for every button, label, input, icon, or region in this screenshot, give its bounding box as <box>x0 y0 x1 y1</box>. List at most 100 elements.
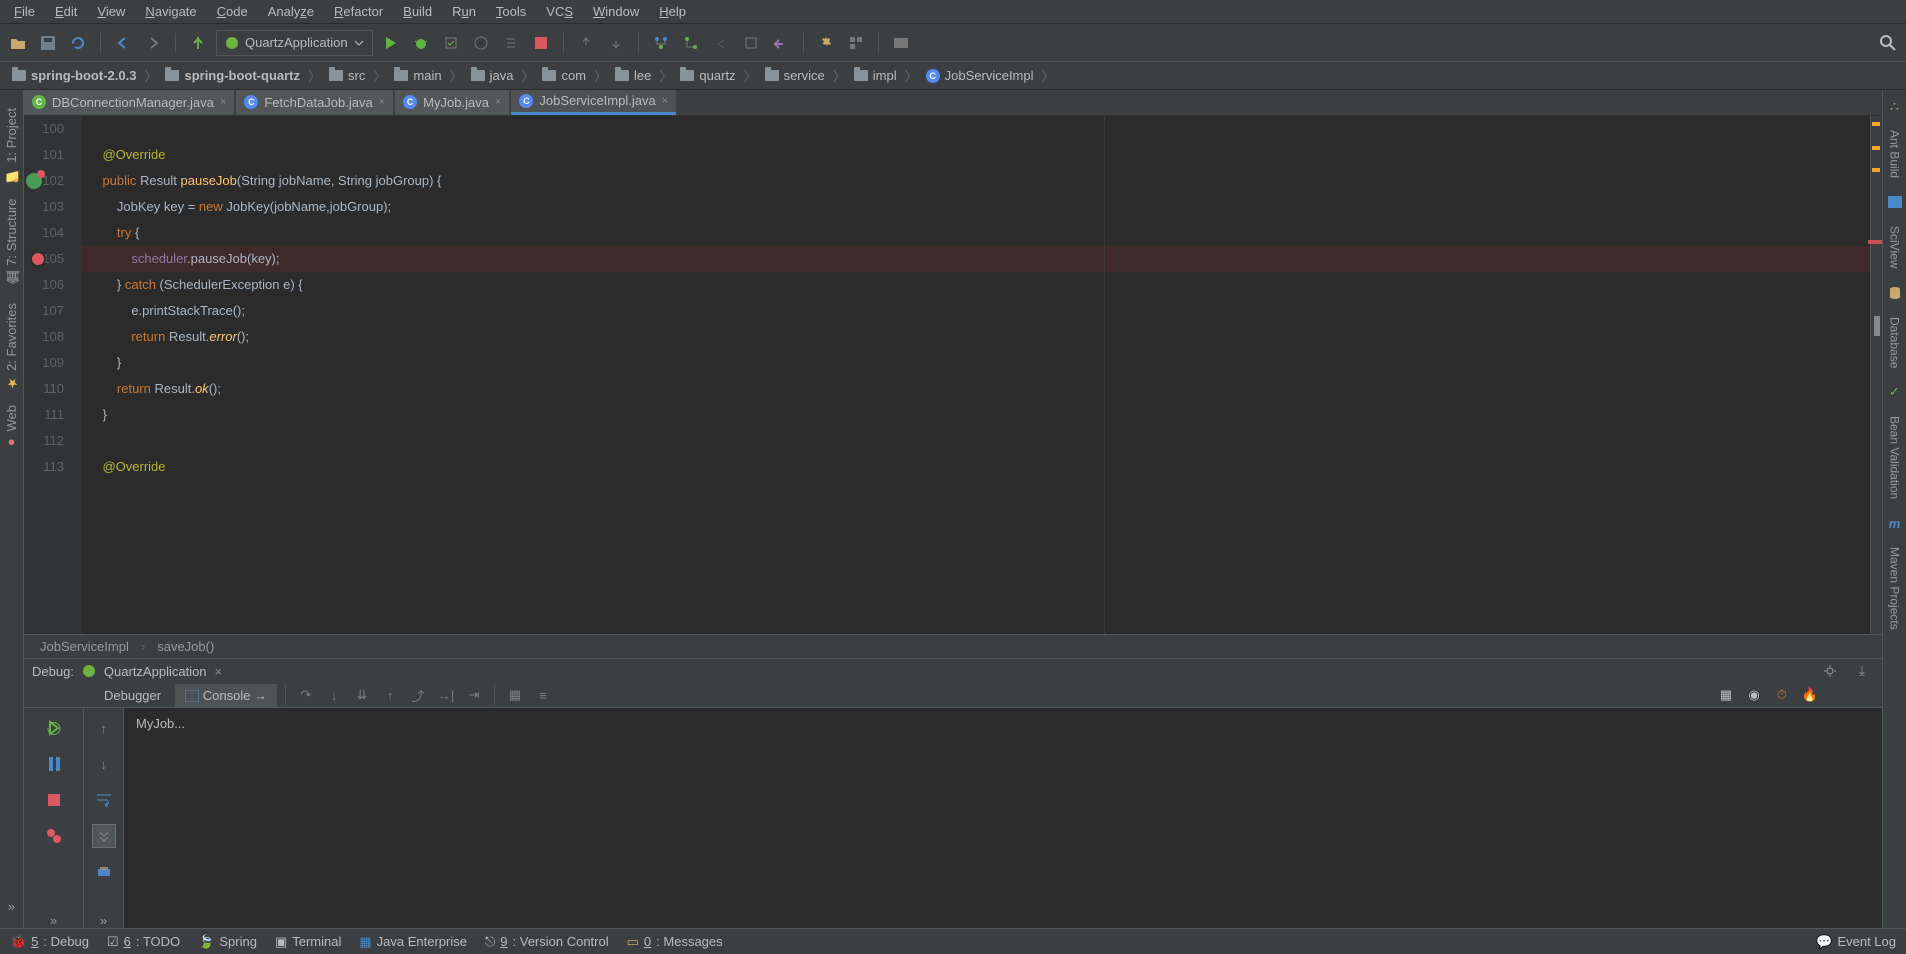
menu-navigate[interactable]: Navigate <box>135 2 206 21</box>
line-number[interactable]: 112 <box>24 428 64 454</box>
tab-debugger[interactable]: Debugger <box>94 684 171 707</box>
code-line[interactable]: e.printStackTrace(); <box>82 298 1870 324</box>
menu-vcs[interactable]: VCS <box>536 2 583 21</box>
breadcrumb-item[interactable]: quartz <box>672 64 743 88</box>
code-line[interactable]: try { <box>82 220 1870 246</box>
step-over-icon[interactable]: ↷ <box>294 683 318 707</box>
status-eventlog[interactable]: 💬 Event Log <box>1816 934 1896 950</box>
line-number[interactable]: 113 <box>24 454 64 480</box>
line-number[interactable]: 107 <box>24 298 64 324</box>
code-line[interactable]: } catch (SchedulerException e) { <box>82 272 1870 298</box>
code-line[interactable]: scheduler.pauseJob(key); <box>82 246 1870 272</box>
close-icon[interactable]: × <box>215 664 223 679</box>
menu-analyze[interactable]: Analyze <box>258 2 324 21</box>
gear-icon[interactable] <box>1818 659 1842 683</box>
tool-sciview[interactable]: SciView <box>1886 218 1904 276</box>
status-debug[interactable]: 🐞 5: Debug <box>10 934 89 950</box>
editor-tab[interactable]: CMyJob.java× <box>395 90 509 115</box>
breadcrumb-item[interactable]: spring-boot-quartz <box>157 64 308 88</box>
breadcrumb-item[interactable]: service <box>757 64 833 88</box>
breakpoints-icon[interactable] <box>42 824 66 848</box>
code-line[interactable]: public Result pauseJob(String jobName, S… <box>82 168 1870 194</box>
step-into-icon[interactable]: ↓ <box>322 683 346 707</box>
camera-icon[interactable]: ◉ <box>1742 683 1766 707</box>
status-vcs[interactable]: ⎋ 9: Version Control <box>485 934 609 950</box>
more-tools-icon[interactable]: » <box>0 894 24 918</box>
menu-window[interactable]: Window <box>583 2 649 21</box>
editor-tab[interactable]: CJobServiceImpl.java× <box>511 90 676 115</box>
tool-ant[interactable]: Ant Build <box>1886 122 1904 186</box>
status-terminal[interactable]: ▣ Terminal <box>275 934 341 950</box>
breadcrumb-item[interactable]: java <box>463 64 522 88</box>
debug-icon[interactable] <box>409 31 433 55</box>
back-icon[interactable] <box>111 31 135 55</box>
code-line[interactable] <box>82 428 1870 454</box>
menu-refactor[interactable]: Refactor <box>324 2 393 21</box>
breadcrumb-item[interactable]: impl <box>846 64 905 88</box>
refresh-icon[interactable] <box>66 31 90 55</box>
branch2-icon[interactable] <box>679 31 703 55</box>
vcs-update-icon[interactable] <box>574 31 598 55</box>
rerun-icon[interactable] <box>42 716 66 740</box>
menu-run[interactable]: Run <box>442 2 486 21</box>
line-number[interactable]: 103 <box>24 194 64 220</box>
code-line[interactable]: JobKey key = new JobKey(jobName,jobGroup… <box>82 194 1870 220</box>
tool-maven[interactable]: Maven Projects <box>1886 539 1904 638</box>
code-line[interactable]: return Result.error(); <box>82 324 1870 350</box>
scroll-up-icon[interactable]: ↑ <box>92 716 116 740</box>
warning-mark[interactable] <box>1872 146 1880 150</box>
run-cursor-icon[interactable]: →| <box>434 683 458 707</box>
menu-build[interactable]: Build <box>393 2 442 21</box>
menu-file[interactable]: File <box>4 2 45 21</box>
breadcrumb-item[interactable]: CJobServiceImpl <box>918 64 1042 88</box>
line-number[interactable]: 111 <box>24 402 64 428</box>
bean-icon[interactable]: ✓ <box>1883 380 1906 404</box>
editor-tab[interactable]: CFetchDataJob.java× <box>236 90 393 115</box>
speed-icon[interactable]: ⏱ <box>1770 683 1794 707</box>
eval-icon[interactable]: ⇥ <box>462 683 486 707</box>
settings-icon[interactable] <box>814 31 838 55</box>
code-line[interactable]: } <box>82 402 1870 428</box>
more2-icon[interactable]: » <box>92 908 116 928</box>
calc-icon[interactable]: ▦ <box>503 683 527 707</box>
compile-icon[interactable] <box>186 31 210 55</box>
database-icon[interactable] <box>1883 281 1906 305</box>
step-force-icon[interactable]: ⇊ <box>350 683 374 707</box>
history-icon[interactable] <box>739 31 763 55</box>
scroll-down-icon[interactable]: ↓ <box>92 752 116 776</box>
tool-structure[interactable]: 🏛7: Structure <box>2 191 21 295</box>
step-out-icon[interactable]: ↑ <box>378 683 402 707</box>
error-stripe[interactable] <box>1870 116 1882 634</box>
forward-icon[interactable] <box>141 31 165 55</box>
scroll-thumb[interactable] <box>1874 316 1880 336</box>
breadcrumb-item[interactable]: src <box>321 64 373 88</box>
code-line[interactable] <box>82 116 1870 142</box>
more-icon[interactable]: » <box>42 908 66 928</box>
watches-icon[interactable]: ≡ <box>531 683 555 707</box>
code-line[interactable]: @Override <box>82 454 1870 480</box>
menu-help[interactable]: Help <box>649 2 696 21</box>
code-editor[interactable]: 1001011021031041051061071081091101111121… <box>24 116 1882 634</box>
line-number[interactable]: 106 <box>24 272 64 298</box>
line-number[interactable]: 104 <box>24 220 64 246</box>
soft-wrap-icon[interactable] <box>92 788 116 812</box>
line-number[interactable]: 100 <box>24 116 64 142</box>
vcs-commit-icon[interactable] <box>604 31 628 55</box>
sciview-icon[interactable] <box>1883 190 1906 214</box>
menu-edit[interactable]: Edit <box>45 2 87 21</box>
error-mark[interactable] <box>1868 240 1882 244</box>
line-gutter[interactable]: 1001011021031041051061071081091101111121… <box>24 116 82 634</box>
code-line[interactable]: return Result.ok(); <box>82 376 1870 402</box>
line-number[interactable]: 110 <box>24 376 64 402</box>
tab-console[interactable]: Console → <box>175 684 277 707</box>
coverage-icon[interactable] <box>439 31 463 55</box>
structure-icon[interactable] <box>844 31 868 55</box>
line-number[interactable]: 108 <box>24 324 64 350</box>
tool-project[interactable]: 📁1: Project <box>2 100 21 191</box>
breadcrumb-item[interactable]: spring-boot-2.0.3 <box>4 64 144 88</box>
menu-code[interactable]: Code <box>207 2 258 21</box>
breadcrumb-item[interactable]: main <box>386 64 449 88</box>
layout-icon[interactable]: ▦ <box>1714 683 1738 707</box>
status-spring[interactable]: 🍃 Spring <box>198 934 257 950</box>
close-icon[interactable]: × <box>379 96 385 108</box>
